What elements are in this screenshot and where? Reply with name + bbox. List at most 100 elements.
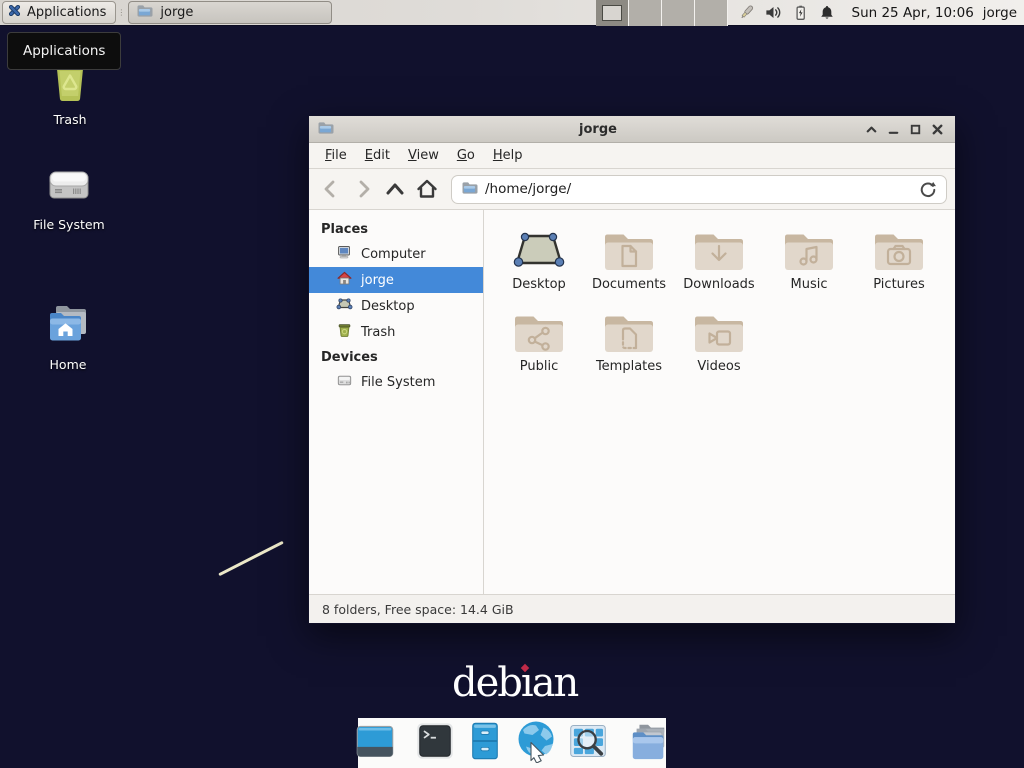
dock-file-cabinet-button[interactable]	[465, 721, 505, 765]
dock-directory-menu-button[interactable]	[627, 721, 671, 765]
sidebar-item-label: Computer	[361, 247, 426, 262]
toolbar: /home/jorge/	[309, 169, 955, 210]
folder-window-icon	[136, 3, 153, 22]
sidebar-item-jorge[interactable]: jorge	[309, 267, 483, 293]
home-button[interactable]	[413, 176, 440, 203]
close-button[interactable]	[928, 120, 947, 138]
folder-templates[interactable]: Templates	[585, 308, 673, 374]
workspace-1[interactable]	[596, 0, 629, 26]
menu-help[interactable]: Help	[484, 145, 532, 166]
desktop-icon-label: Trash	[53, 112, 86, 127]
desktop-icon-home[interactable]: Home	[18, 300, 118, 372]
menu-go[interactable]: Go	[448, 145, 484, 166]
path-folder-icon	[461, 180, 478, 199]
folder-icon	[693, 308, 745, 354]
home-folder-big-icon	[44, 300, 92, 352]
sidebar-item-label: jorge	[361, 273, 394, 288]
debian-logo-text: deb	[452, 660, 521, 706]
folder-label: Videos	[697, 359, 740, 374]
folder-downloads[interactable]: Downloads	[675, 226, 763, 292]
folder-icon	[603, 226, 655, 272]
sidebar-item-computer[interactable]: Computer	[309, 241, 483, 267]
user-menu[interactable]: jorge	[983, 5, 1017, 21]
workspace-3[interactable]	[662, 0, 695, 26]
dock-web-browser-button[interactable]	[514, 721, 558, 765]
battery-icon[interactable]	[791, 3, 810, 22]
show-desktop-icon	[354, 721, 396, 765]
taskbar-item-label: jorge	[160, 5, 193, 20]
sidebar-item-file-system[interactable]: File System	[309, 369, 483, 395]
menu-view[interactable]: View	[399, 145, 448, 166]
folder-label: Public	[520, 359, 558, 374]
refresh-icon[interactable]	[919, 180, 937, 198]
applications-menu-button[interactable]: Applications	[2, 1, 116, 24]
system-tray	[728, 3, 846, 22]
clock[interactable]: Sun 25 Apr, 10:06	[852, 5, 974, 21]
sidebar-item-trash[interactable]: Trash	[309, 319, 483, 345]
back-button[interactable]	[317, 176, 344, 203]
folder-label: Templates	[596, 359, 662, 374]
file-cabinet-icon	[465, 720, 505, 766]
sidebar: PlacesComputerjorgeDesktopTrashDevicesFi…	[309, 210, 484, 594]
bell-icon[interactable]	[818, 3, 837, 22]
folder-desktop[interactable]: Desktop	[495, 226, 583, 292]
desktop-icon-file-system[interactable]: File System	[19, 160, 119, 232]
debian-logo-i: ı	[521, 660, 532, 706]
folder-label: Music	[791, 277, 828, 292]
forward-button[interactable]	[349, 176, 376, 203]
dock-show-desktop-button[interactable]	[354, 721, 396, 765]
folder-view[interactable]: Desktop Documents Downloads Music Pictur…	[484, 210, 955, 594]
workspace-4[interactable]	[695, 0, 728, 26]
path-bar[interactable]: /home/jorge/	[451, 175, 947, 204]
folder-music[interactable]: Music	[765, 226, 853, 292]
drive-small-icon	[336, 372, 353, 392]
folder-label: Documents	[592, 277, 666, 292]
folder-pictures[interactable]: Pictures	[855, 226, 943, 292]
folder-public[interactable]: Public	[495, 308, 583, 374]
home-small-icon	[336, 270, 353, 290]
applications-menu-label: Applications	[27, 5, 106, 20]
volume-icon[interactable]	[764, 3, 783, 22]
window-folder-icon	[317, 120, 334, 139]
folder-label: Pictures	[873, 277, 924, 292]
path-text: /home/jorge/	[485, 181, 571, 197]
file-manager-window: jorge FileEditViewGoHelp /home/jorge/ Pl…	[308, 115, 956, 624]
sidebar-item-desktop[interactable]: Desktop	[309, 293, 483, 319]
dock	[358, 718, 666, 768]
sidebar-item-label: Trash	[361, 325, 395, 340]
folder-icon	[693, 226, 745, 272]
folder-icon	[873, 226, 925, 272]
desktop-artifact-line	[218, 541, 284, 576]
shade-button[interactable]	[862, 120, 881, 138]
up-button[interactable]	[381, 176, 408, 203]
terminal-icon	[414, 720, 456, 766]
workspace-switcher	[596, 0, 728, 26]
menu-edit[interactable]: Edit	[356, 145, 399, 166]
desktop-icon-label: Home	[50, 357, 87, 372]
titlebar[interactable]: jorge	[309, 116, 955, 143]
workspace-window-thumbnail	[602, 5, 622, 21]
drive-big-icon	[45, 160, 93, 212]
stylus-icon[interactable]	[737, 3, 756, 22]
menu-file[interactable]: File	[316, 145, 356, 166]
dock-terminal-button[interactable]	[414, 721, 456, 765]
applications-tooltip: Applications	[7, 32, 121, 70]
debian-logo-text-2: an	[532, 660, 578, 706]
folder-videos[interactable]: Videos	[675, 308, 763, 374]
folder-label: Downloads	[683, 277, 754, 292]
workspace-2[interactable]	[629, 0, 662, 26]
desktop-small-icon	[336, 296, 353, 316]
debian-logo: debıan	[452, 660, 577, 706]
menubar: FileEditViewGoHelp	[309, 143, 955, 169]
panel-handle[interactable]: ⋮	[117, 9, 125, 17]
folder-documents[interactable]: Documents	[585, 226, 673, 292]
maximize-button[interactable]	[906, 120, 925, 138]
taskbar-item-jorge[interactable]: jorge	[128, 1, 332, 24]
sidebar-header-places: Places	[309, 217, 483, 241]
minimize-button[interactable]	[884, 120, 903, 138]
window-title: jorge	[340, 122, 856, 137]
dock-app-finder-button[interactable]	[567, 721, 609, 765]
app-finder-icon	[567, 721, 609, 765]
sidebar-item-label: File System	[361, 375, 435, 390]
xfce-logo-icon	[7, 3, 22, 22]
